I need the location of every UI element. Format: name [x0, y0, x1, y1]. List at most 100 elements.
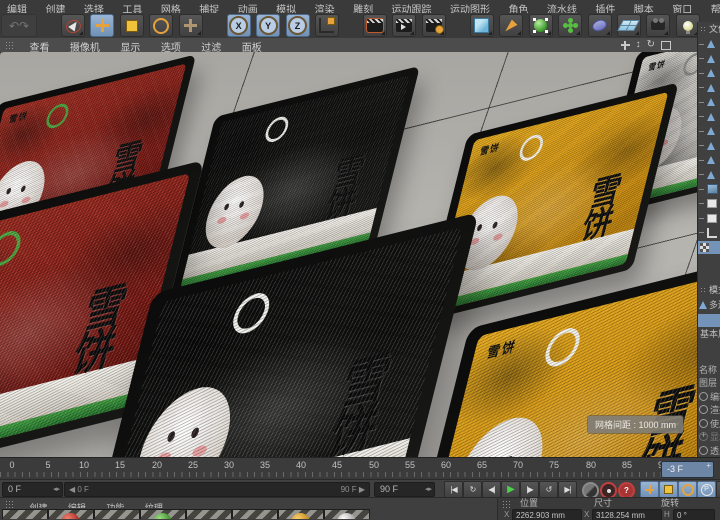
- material-thumb-orange[interactable]: [278, 509, 324, 519]
- material-thumb-green[interactable]: [140, 509, 186, 519]
- panel-stepper-icon[interactable]: +: [701, 430, 706, 440]
- record-scale-toggle[interactable]: [659, 481, 678, 498]
- attr-row[interactable]: 透显: [698, 444, 720, 458]
- material-thumb-white[interactable]: [324, 509, 370, 519]
- object-row[interactable]: [698, 37, 720, 52]
- subdivision-surface-button[interactable]: [529, 14, 553, 37]
- frame-offset-field[interactable]: -3 F+: [661, 461, 714, 478]
- size-x-field[interactable]: 3128.254 mm: [592, 509, 662, 520]
- current-frame-field[interactable]: 0 F◂▸: [2, 482, 63, 497]
- scale-tool-button[interactable]: [120, 14, 144, 37]
- end-frame-field[interactable]: 90 F◂▸: [374, 482, 435, 497]
- menu-item[interactable]: 角色: [501, 4, 535, 13]
- object-row[interactable]: [698, 182, 720, 197]
- floor-environment-button[interactable]: [617, 14, 641, 37]
- record-position-toggle[interactable]: [640, 481, 659, 498]
- lock-z-button[interactable]: Z: [286, 14, 310, 37]
- record-rotation-toggle[interactable]: [678, 481, 697, 498]
- field-button[interactable]: [588, 14, 612, 37]
- menu-item[interactable]: 运动跟踪: [385, 4, 439, 13]
- menu-item[interactable]: 编辑: [0, 4, 34, 13]
- pos-x-field[interactable]: 2262.903 mm: [512, 509, 582, 520]
- menu-item[interactable]: 网格: [154, 4, 188, 13]
- object-row[interactable]: [698, 211, 720, 226]
- selected-tab-bar[interactable]: [698, 314, 720, 327]
- object-row[interactable]: [698, 153, 720, 168]
- 3d-viewport[interactable]: 雪饼 雪饼 雪饼 雪饼 雪饼 雪饼 雪饼: [0, 52, 697, 457]
- next-key-button[interactable]: |▶: [520, 481, 539, 498]
- rotate-view-icon[interactable]: ↻: [647, 38, 655, 52]
- attr-row[interactable]: 编辑器可见: [698, 390, 720, 404]
- menu-item[interactable]: 脚本: [627, 4, 661, 13]
- add-primitive-button[interactable]: [470, 14, 494, 37]
- camera-button[interactable]: [646, 14, 670, 37]
- prev-key-button[interactable]: ◀|: [482, 481, 501, 498]
- material-thumb-red[interactable]: [48, 509, 94, 519]
- live-selection-button[interactable]: [61, 14, 85, 37]
- render-view-button[interactable]: [363, 14, 387, 37]
- goto-end-button[interactable]: ▶|: [558, 481, 577, 498]
- rot-h-field[interactable]: 0 °: [673, 509, 715, 520]
- menu-item[interactable]: 动画: [231, 4, 265, 13]
- lock-y-button[interactable]: Y: [256, 14, 280, 37]
- menu-item[interactable]: 运动图形: [443, 4, 497, 13]
- menu-item[interactable]: 流水线: [540, 4, 584, 13]
- attr-row[interactable]: 使用颜色: [698, 417, 720, 431]
- object-row[interactable]: [698, 226, 720, 241]
- coordinate-system-button[interactable]: [315, 14, 339, 37]
- panel-grip-icon[interactable]: [700, 287, 707, 294]
- panel-grip-icon[interactable]: [700, 26, 707, 33]
- maximize-view-icon[interactable]: [661, 41, 671, 50]
- menu-item[interactable]: 捕捉: [192, 4, 226, 13]
- basic-tab-label[interactable]: 基本属性: [698, 328, 720, 341]
- material-thumb-striped[interactable]: [232, 509, 278, 519]
- lock-x-button[interactable]: X: [227, 14, 251, 37]
- play-button[interactable]: ▶: [501, 481, 520, 498]
- last-tool-button[interactable]: [179, 14, 203, 37]
- frame-range-slider[interactable]: ◀ 0 F 90 F ▶: [64, 482, 370, 497]
- selected-texture-row[interactable]: [698, 241, 720, 254]
- stepper-icon[interactable]: ◂▸: [53, 483, 60, 496]
- menu-item[interactable]: 工具: [115, 4, 149, 13]
- panel-grip-icon[interactable]: [5, 500, 13, 508]
- menu-item[interactable]: 模拟: [269, 4, 303, 13]
- object-row[interactable]: [698, 197, 720, 212]
- object-row[interactable]: [698, 66, 720, 81]
- loop-button[interactable]: ↻: [463, 481, 482, 498]
- reverse-button[interactable]: ↺: [539, 481, 558, 498]
- stepper-icon[interactable]: ◂▸: [425, 483, 432, 496]
- material-thumb-striped[interactable]: [94, 509, 140, 519]
- zoom-view-icon[interactable]: ↕: [636, 38, 641, 52]
- object-row[interactable]: [698, 110, 720, 125]
- undo-redo-button[interactable]: ↶↷: [1, 14, 37, 37]
- material-thumb-striped[interactable]: [2, 509, 48, 519]
- menu-item[interactable]: 窗口: [665, 4, 699, 13]
- menu-item[interactable]: 帮助: [704, 4, 720, 13]
- object-row[interactable]: [698, 95, 720, 110]
- panel-grip-icon[interactable]: [502, 500, 510, 508]
- menu-item[interactable]: 选择: [77, 4, 111, 13]
- menu-item[interactable]: 插件: [588, 4, 622, 13]
- material-thumb-striped[interactable]: [186, 509, 232, 519]
- move-tool-button[interactable]: [90, 14, 114, 37]
- render-settings-button[interactable]: [422, 14, 446, 37]
- file-menu[interactable]: 文件: [709, 24, 720, 34]
- panel-grip-icon[interactable]: [5, 41, 13, 49]
- mode-menu[interactable]: 模式: [709, 285, 720, 295]
- goto-start-button[interactable]: |◀: [444, 481, 463, 498]
- menu-item[interactable]: 雕刻: [346, 4, 380, 13]
- object-row[interactable]: [698, 81, 720, 96]
- timeline-ruler[interactable]: 0 5 10 15 20 25 30 35 40 45 50 55 60 65 …: [0, 457, 720, 480]
- attr-row[interactable]: 渲染器可见: [698, 403, 720, 417]
- object-row[interactable]: [698, 168, 720, 183]
- render-picture-viewer-button[interactable]: [392, 14, 416, 37]
- pan-view-icon[interactable]: [621, 41, 630, 50]
- menu-item[interactable]: 渲染: [308, 4, 342, 13]
- stepper-icon[interactable]: +: [706, 463, 711, 469]
- spline-pen-button[interactable]: [499, 14, 523, 37]
- object-row[interactable]: [698, 139, 720, 154]
- record-pla-toggle[interactable]: [716, 481, 720, 498]
- object-row[interactable]: [698, 52, 720, 67]
- menu-item[interactable]: 创建: [38, 4, 72, 13]
- deformer-button[interactable]: [558, 14, 582, 37]
